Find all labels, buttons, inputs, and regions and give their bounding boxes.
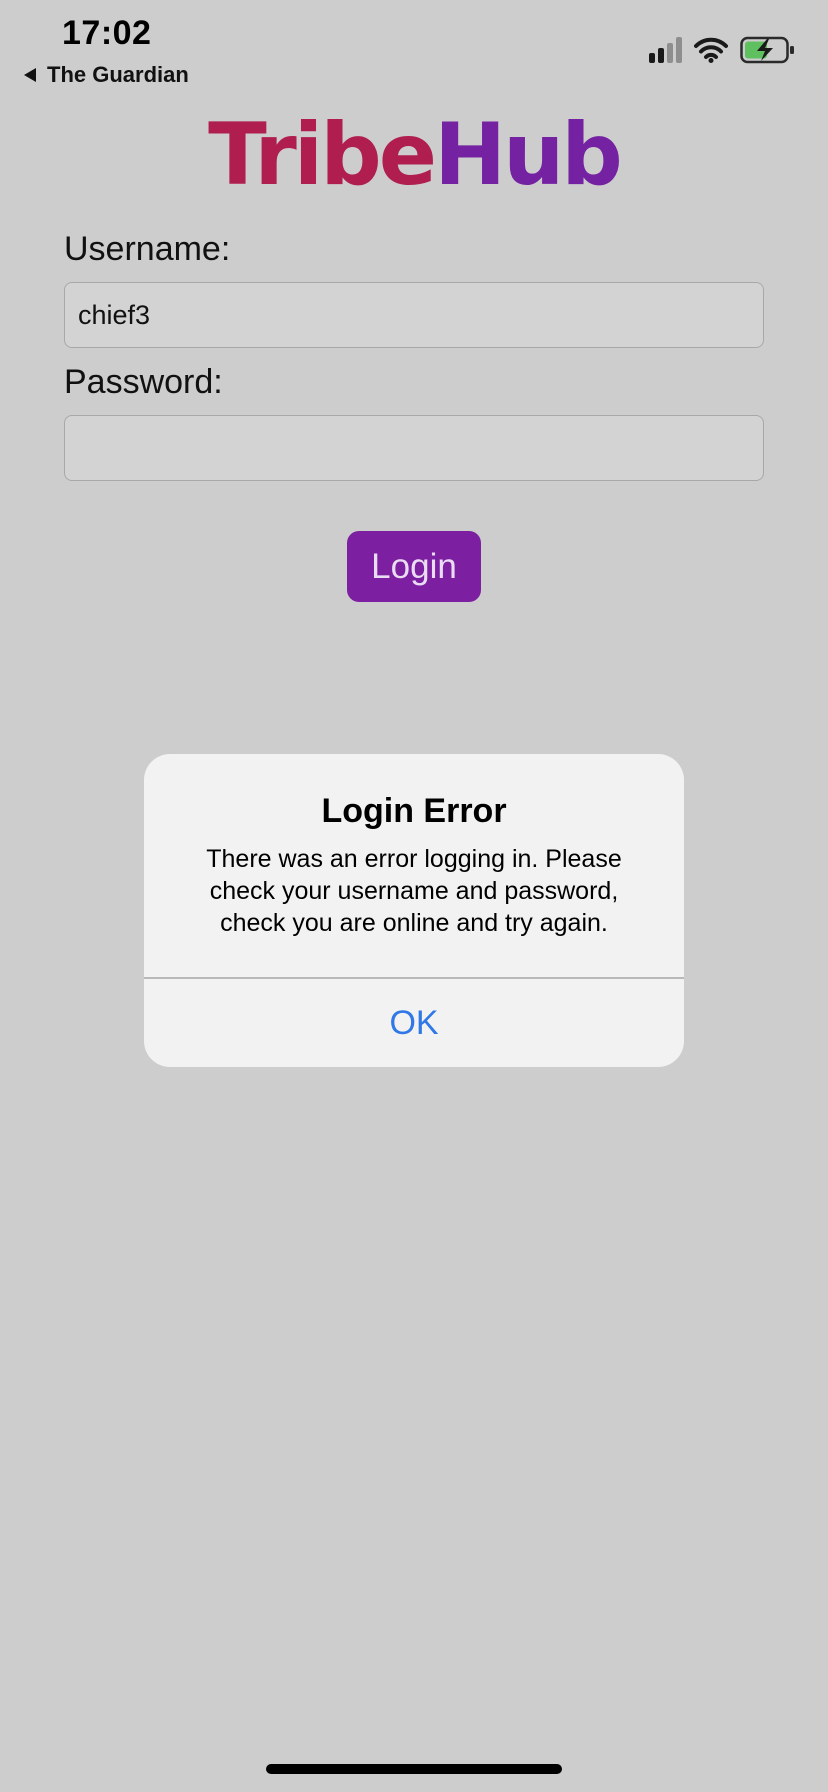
alert-ok-button[interactable]: OK: [144, 979, 684, 1067]
login-button[interactable]: Login: [347, 531, 481, 602]
username-label: Username:: [64, 230, 231, 268]
cellular-signal-icon: [649, 37, 682, 63]
wifi-icon: [694, 37, 728, 63]
password-field[interactable]: [64, 415, 764, 481]
logo-part-hub: Hub: [434, 105, 623, 205]
status-time: 17:02: [62, 14, 152, 52]
alert-title: Login Error: [321, 792, 507, 830]
back-arrow-icon: [24, 68, 36, 82]
tribehub-logo: TribeHub: [0, 112, 828, 198]
logo-part-tribe: Tribe: [208, 105, 437, 205]
battery-charging-icon: [740, 36, 794, 64]
username-value: chief3: [78, 299, 151, 330]
home-indicator[interactable]: [266, 1764, 562, 1774]
back-to-app-link[interactable]: The Guardian: [24, 62, 189, 88]
login-error-alert: Login Error There was an error logging i…: [144, 754, 684, 1067]
status-icons: [649, 36, 796, 64]
username-field[interactable]: chief3: [64, 282, 764, 348]
back-app-name: The Guardian: [47, 62, 189, 87]
password-label: Password:: [64, 363, 223, 401]
alert-message: There was an error logging in. Please ch…: [206, 845, 622, 937]
